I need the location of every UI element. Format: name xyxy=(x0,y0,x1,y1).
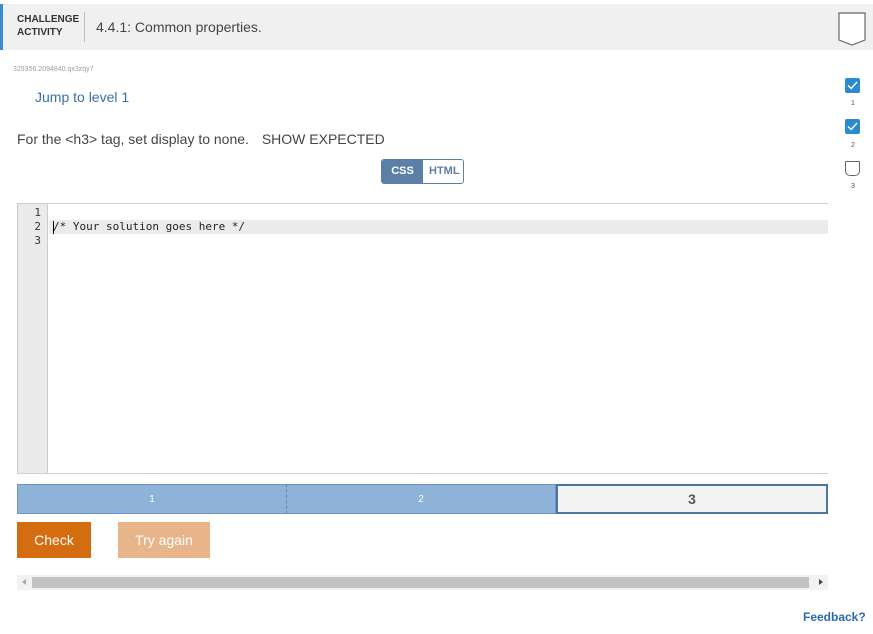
level-3-incomplete-checkbox xyxy=(845,161,860,176)
html-tab[interactable]: HTML xyxy=(423,160,463,183)
instructions: For the <h3> tag, set display to none. S… xyxy=(17,131,385,147)
level-2-number: 2 xyxy=(851,142,855,149)
activity-kind-line2: ACTIVITY xyxy=(17,27,63,38)
instructions-text: For the <h3> tag, set display to none. xyxy=(17,131,249,147)
level-3-number: 3 xyxy=(851,183,855,190)
horizontal-scrollbar[interactable] xyxy=(17,575,828,590)
checkmark-icon xyxy=(847,81,858,90)
activity-title: 4.4.1: Common properties. xyxy=(96,19,262,35)
activity-header: CHALLENGE ACTIVITY 4.4.1: Common propert… xyxy=(0,4,873,50)
check-button[interactable]: Check xyxy=(17,522,91,558)
try-again-button[interactable]: Try again xyxy=(118,522,210,558)
activity-id: 329356.2094840.qx3zqy7 xyxy=(13,66,94,73)
line-number-gutter: 1 2 3 xyxy=(17,204,48,473)
text-cursor xyxy=(53,221,54,234)
level-1-segment[interactable]: 1 xyxy=(17,484,287,514)
line-number: 2 xyxy=(34,220,41,233)
scrollbar-thumb[interactable] xyxy=(32,577,809,588)
line-number: 3 xyxy=(34,234,41,247)
code-editor[interactable]: 1 2 3 /* Your solution goes here */ xyxy=(17,203,828,474)
scroll-left-icon[interactable] xyxy=(22,579,26,585)
level-1-number: 1 xyxy=(851,100,855,107)
level-1-complete-checkbox xyxy=(845,78,860,93)
level-2-complete-checkbox xyxy=(845,119,860,134)
css-tab[interactable]: CSS xyxy=(382,160,423,183)
language-toggle: CSS HTML xyxy=(381,159,464,184)
code-line[interactable]: /* Your solution goes here */ xyxy=(53,220,245,234)
line-number: 1 xyxy=(34,206,41,219)
activity-kind-label: CHALLENGE ACTIVITY xyxy=(17,13,79,39)
bookmark-icon[interactable] xyxy=(838,12,866,46)
level-2-segment[interactable]: 2 xyxy=(287,484,556,514)
jump-to-level-link[interactable]: Jump to level 1 xyxy=(35,89,129,105)
show-expected-button[interactable]: SHOW EXPECTED xyxy=(262,131,385,147)
checkmark-icon xyxy=(847,122,858,131)
activity-kind-line1: CHALLENGE xyxy=(17,14,80,25)
scroll-right-icon[interactable] xyxy=(819,579,823,585)
level-3-segment[interactable]: 3 xyxy=(556,484,828,514)
challenge-activity-page: CHALLENGE ACTIVITY 4.4.1: Common propert… xyxy=(0,0,873,634)
header-accent-bar xyxy=(0,4,3,50)
feedback-link[interactable]: Feedback? xyxy=(803,610,866,624)
header-divider xyxy=(84,12,85,42)
level-bar: 1 2 3 xyxy=(17,484,828,514)
